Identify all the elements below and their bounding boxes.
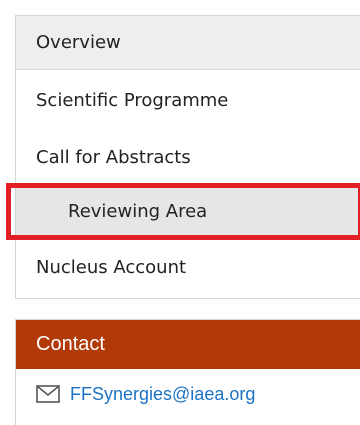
nav-item-overview[interactable]: Overview xyxy=(16,16,360,70)
side-navigation: Overview Scientific Programme Call for A… xyxy=(15,15,360,299)
nav-item-scientific-programme[interactable]: Scientific Programme xyxy=(16,76,360,126)
nav-item-call-for-abstracts[interactable]: Call for Abstracts xyxy=(16,133,360,183)
contact-email-row: FFSynergies@iaea.org xyxy=(16,369,360,419)
nav-item-reviewing-area[interactable]: Reviewing Area xyxy=(16,187,360,237)
contact-header: Contact xyxy=(16,320,360,369)
page: Overview Scientific Programme Call for A… xyxy=(0,0,360,425)
mail-icon xyxy=(36,385,60,403)
contact-email-link[interactable]: FFSynergies@iaea.org xyxy=(70,384,255,405)
nav-item-nucleus-account[interactable]: Nucleus Account xyxy=(16,243,360,293)
contact-panel: Contact FFSynergies@iaea.org xyxy=(15,319,360,425)
